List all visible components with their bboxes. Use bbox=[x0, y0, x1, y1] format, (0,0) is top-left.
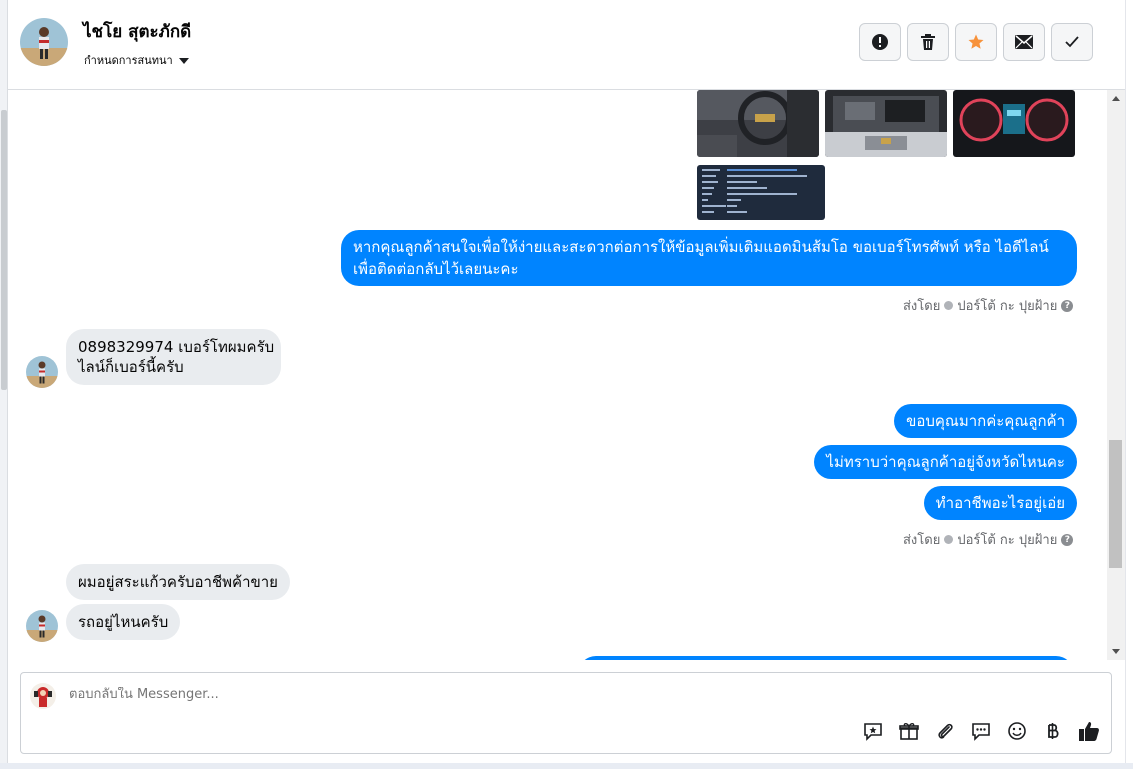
car-photo-engine[interactable] bbox=[825, 90, 947, 157]
paperclip-icon bbox=[938, 723, 953, 739]
like-button[interactable] bbox=[1077, 719, 1101, 743]
message-thread[interactable]: หากคุณลูกค้าสนใจเพื่อให้ง่ายและสะดวกต่อก… bbox=[8, 90, 1107, 660]
gift-box-button[interactable] bbox=[897, 719, 921, 743]
contact-mini-avatar[interactable] bbox=[26, 610, 58, 642]
contact-avatar[interactable] bbox=[20, 18, 68, 66]
saved-reply-button[interactable] bbox=[861, 719, 885, 743]
saved-reply-icon bbox=[864, 723, 882, 741]
conversation-header: ไชโย สุตะภักดี กำหนดการสนทนา bbox=[8, 0, 1125, 90]
assign-conversation-dropdown[interactable]: กำหนดการสนทนา bbox=[84, 51, 189, 69]
checkmark-icon bbox=[1065, 36, 1079, 48]
page-avatar bbox=[30, 683, 56, 709]
help-question-icon[interactable]: ? bbox=[1061, 533, 1074, 546]
chat-bubbles-button[interactable] bbox=[969, 719, 993, 743]
messenger-window: ไชโย สุตะภักดี กำหนดการสนทนา หากคุณลูกค้… bbox=[0, 0, 1133, 769]
thumbs-up-icon bbox=[1079, 722, 1099, 741]
gift-box-icon bbox=[899, 723, 919, 740]
caret-down-icon bbox=[178, 57, 189, 64]
outgoing-message-bubble-partial[interactable] bbox=[578, 656, 1074, 660]
outgoing-message-bubble[interactable]: ทำอาชีพอะไรอยู่เอ่ย bbox=[923, 486, 1077, 520]
bottom-edge bbox=[0, 763, 1133, 769]
verified-dot-icon bbox=[944, 535, 954, 544]
sent-by-info: ส่งโดย ปอร์โต้ กะ ปุยฝ้าย ? bbox=[903, 295, 1074, 316]
star-button[interactable] bbox=[955, 23, 997, 61]
verified-dot-icon bbox=[944, 301, 954, 310]
thread-scrollbar-thumb[interactable] bbox=[1109, 440, 1122, 568]
emoji-button[interactable] bbox=[1005, 719, 1029, 743]
trash-icon bbox=[921, 34, 935, 50]
left-scrollbar[interactable] bbox=[0, 0, 8, 769]
composer-toolbar bbox=[861, 719, 1101, 743]
delete-button[interactable] bbox=[907, 23, 949, 61]
message-line: หากคุณลูกค้าสนใจเพื่อให้ง่ายและสะดวกต่อก… bbox=[353, 238, 1049, 256]
contact-mini-avatar[interactable] bbox=[26, 356, 58, 388]
envelope-icon bbox=[1015, 35, 1033, 49]
message-line: เพื่อติดต่อกลับไว้เลยนะคะ bbox=[353, 260, 519, 278]
sent-by-label: ส่งโดย bbox=[903, 299, 941, 314]
report-button[interactable] bbox=[859, 23, 901, 61]
car-photo-interior[interactable] bbox=[697, 90, 819, 157]
outgoing-message-bubble[interactable]: ไม่ทราบว่าคุณลูกค้าอยู่จังหวัดไหนคะ bbox=[814, 445, 1077, 479]
sent-by-label: ส่งโดย bbox=[903, 533, 941, 548]
smiley-icon bbox=[1008, 722, 1026, 740]
reply-composer bbox=[20, 672, 1112, 754]
payment-button[interactable] bbox=[1041, 719, 1065, 743]
chat-bubbles-icon bbox=[972, 723, 990, 741]
scroll-up-arrow-icon[interactable] bbox=[1112, 96, 1120, 101]
incoming-message-bubble[interactable]: ผมอยู่สระแก้วครับอาชีพค้าขาย bbox=[66, 564, 290, 600]
thread-scrollbar[interactable] bbox=[1107, 90, 1125, 660]
sender-name: ปอร์โต้ กะ ปุยฝ้าย bbox=[957, 533, 1058, 548]
message-line: 0898329974 เบอร์โทผมครับ bbox=[78, 338, 275, 356]
exclamation-circle-icon bbox=[872, 34, 888, 50]
message-line: ไลน์ก็เบอร์นี้ครับ bbox=[78, 358, 184, 376]
star-icon bbox=[968, 34, 984, 49]
attach-file-button[interactable] bbox=[933, 719, 957, 743]
assign-conversation-label: กำหนดการสนทนา bbox=[84, 54, 173, 67]
mark-unread-button[interactable] bbox=[1003, 23, 1045, 61]
sender-name: ปอร์โต้ กะ ปุยฝ้าย bbox=[957, 299, 1058, 314]
mark-done-button[interactable] bbox=[1051, 23, 1093, 61]
contact-name[interactable]: ไชโย สุตะภักดี bbox=[83, 18, 191, 45]
outgoing-message-bubble[interactable]: หากคุณลูกค้าสนใจเพื่อให้ง่ายและสะดวกต่อก… bbox=[341, 230, 1077, 286]
incoming-message-bubble[interactable]: 0898329974 เบอร์โทผมครับ ไลน์ก็เบอร์นี้ค… bbox=[66, 329, 281, 385]
header-actions bbox=[859, 23, 1093, 61]
right-edge bbox=[1125, 0, 1133, 769]
reply-input[interactable] bbox=[69, 687, 769, 702]
car-spec-sheet[interactable] bbox=[697, 165, 825, 220]
sent-by-info: ส่งโดย ปอร์โต้ กะ ปุยฝ้าย ? bbox=[903, 529, 1074, 550]
scroll-down-arrow-icon[interactable] bbox=[1112, 649, 1120, 654]
outgoing-message-bubble[interactable]: ขอบคุณมากค่ะคุณลูกค้า bbox=[894, 404, 1077, 438]
left-scrollbar-thumb[interactable] bbox=[1, 110, 7, 390]
help-question-icon[interactable]: ? bbox=[1061, 299, 1074, 312]
incoming-message-bubble[interactable]: รถอยู่ไหนครับ bbox=[66, 604, 181, 640]
baht-icon bbox=[1048, 723, 1059, 739]
car-photo-dashboard[interactable] bbox=[953, 90, 1075, 157]
